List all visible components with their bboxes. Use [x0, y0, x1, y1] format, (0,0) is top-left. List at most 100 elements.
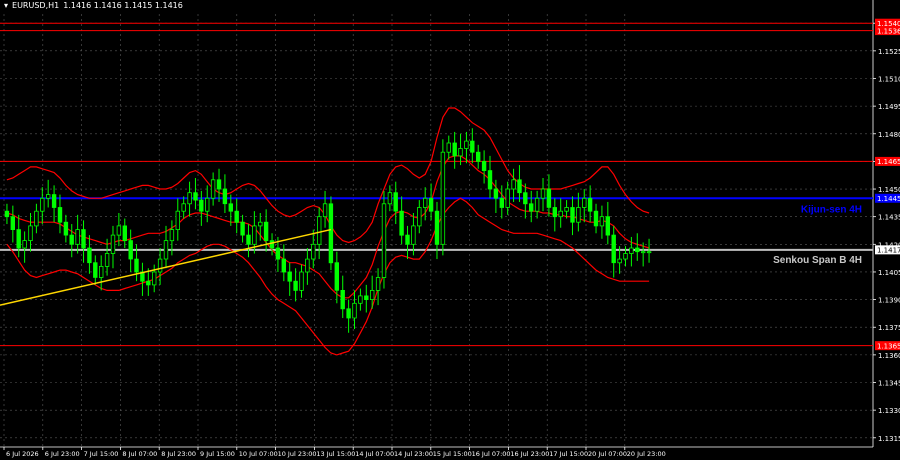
- candle-body: [340, 289, 345, 310]
- candle-body: [446, 142, 451, 153]
- candle-body: [269, 240, 275, 249]
- candle-body: [110, 234, 116, 254]
- candle-body: [352, 302, 357, 319]
- candle-body: [210, 179, 216, 199]
- candle-body: [311, 243, 316, 260]
- price-tick-label: 1.1525: [878, 48, 900, 56]
- candle-body: [641, 251, 646, 254]
- candle-body: [134, 258, 139, 273]
- candle-body: [458, 148, 463, 157]
- price-tick-label: 1.1510: [878, 75, 900, 83]
- candle-body: [475, 151, 481, 162]
- candle-body: [187, 192, 192, 205]
- price-tick-label: 1.1375: [878, 324, 900, 332]
- candle-body: [93, 262, 98, 278]
- time-tick-label: 16 Jul 07:00: [472, 450, 511, 458]
- candle-body: [428, 197, 434, 212]
- time-tick-label: 9 Jul 15:00: [200, 450, 235, 458]
- time-tick-label: 14 Jul 23:00: [394, 450, 433, 458]
- candle-body: [493, 188, 499, 199]
- candle-body: [405, 234, 410, 245]
- candle-body: [617, 258, 622, 264]
- candle-body: [417, 207, 422, 227]
- header-symbol: EURUSD,H1: [12, 1, 60, 10]
- price-tick-label: 1.1405: [878, 269, 900, 277]
- time-tick-label: 8 Jul 07:00: [122, 450, 157, 458]
- candle-body: [629, 247, 634, 254]
- candle-body: [28, 225, 33, 241]
- candle-body: [511, 179, 516, 190]
- candle-body: [399, 210, 404, 236]
- candle-body: [334, 262, 339, 291]
- candle-body: [63, 221, 69, 236]
- time-tick-label: 20 Jul 23:00: [627, 450, 666, 458]
- price-tick-label: 1.1345: [878, 380, 900, 388]
- candle-body: [240, 221, 245, 236]
- time-tick-label: 10 Jul 23:00: [278, 450, 317, 458]
- price-tick-label: 1.1435: [878, 214, 900, 222]
- kijun-label: Kijun-sen 4H: [801, 204, 862, 215]
- candle-body: [364, 295, 369, 300]
- candle-body: [529, 203, 534, 212]
- time-tick-label: 20 Jul 07:00: [588, 450, 627, 458]
- chart-header: ▾ EURUSD,H1 1.1416 1.1416 1.1415 1.1416: [4, 1, 187, 10]
- time-tick-label: 10 Jul 07:00: [239, 450, 278, 458]
- candle-body: [4, 210, 10, 218]
- candle-body: [381, 203, 387, 278]
- candle-body: [346, 308, 351, 319]
- candle-body: [81, 229, 86, 249]
- level-price-tag: 1.1465: [877, 158, 900, 166]
- candle-body: [393, 192, 398, 212]
- header-triangle-icon: ▾: [4, 1, 9, 10]
- candle-body: [540, 188, 546, 199]
- candle-body: [193, 192, 198, 201]
- candle-body: [305, 258, 310, 273]
- candle-body: [369, 289, 375, 300]
- candle-body: [316, 216, 322, 245]
- candle-body: [51, 194, 57, 208]
- candle-body: [440, 151, 446, 245]
- time-tick-label: 13 Jul 15:00: [316, 450, 355, 458]
- time-tick-label: 7 Jul 15:00: [84, 450, 119, 458]
- candle-body: [228, 203, 233, 212]
- chart-background: [0, 0, 900, 460]
- candle-body: [163, 240, 169, 260]
- candle-body: [87, 247, 92, 264]
- level-price-tag: 1.1365: [877, 342, 900, 350]
- candle-body: [258, 221, 263, 227]
- candle-body: [16, 229, 21, 249]
- time-tick-label: 15 Jul 15:00: [433, 450, 472, 458]
- candle-body: [204, 197, 210, 212]
- candle-body: [199, 199, 204, 212]
- candle-body: [464, 140, 469, 149]
- kijun-price-tag: 1.1445: [877, 195, 900, 203]
- price-tick-label: 1.1390: [878, 297, 900, 305]
- candle-body: [104, 253, 110, 267]
- price-chart[interactable]: Kijun-sen 4HSenkou Span B 4H 1.15401.152…: [0, 0, 900, 460]
- candle-body: [481, 160, 487, 171]
- candle-body: [299, 271, 304, 291]
- candle-body: [22, 240, 27, 249]
- candle-body: [99, 265, 104, 278]
- candle-body: [281, 258, 286, 273]
- candle-body: [546, 188, 552, 208]
- price-tick-label: 1.1480: [878, 131, 900, 139]
- candle-body: [181, 203, 186, 212]
- candle-body: [523, 192, 528, 205]
- candle-body: [157, 258, 163, 273]
- candle-body: [375, 277, 381, 291]
- senkou-price-tag: 1.1417: [877, 247, 900, 255]
- candle-body: [517, 179, 522, 194]
- candle-body: [452, 142, 457, 157]
- candle-body: [122, 225, 127, 241]
- price-tick-label: 1.1450: [878, 186, 900, 194]
- senkou-label: Senkou Span B 4H: [773, 255, 862, 266]
- candle-body: [169, 229, 175, 242]
- candle-body: [246, 234, 251, 245]
- price-tick-label: 1.1495: [878, 103, 900, 111]
- candle-body: [570, 207, 575, 223]
- candle-body: [582, 197, 587, 208]
- candle-body: [646, 251, 652, 254]
- candle-body: [599, 216, 605, 227]
- candle-body: [275, 247, 281, 260]
